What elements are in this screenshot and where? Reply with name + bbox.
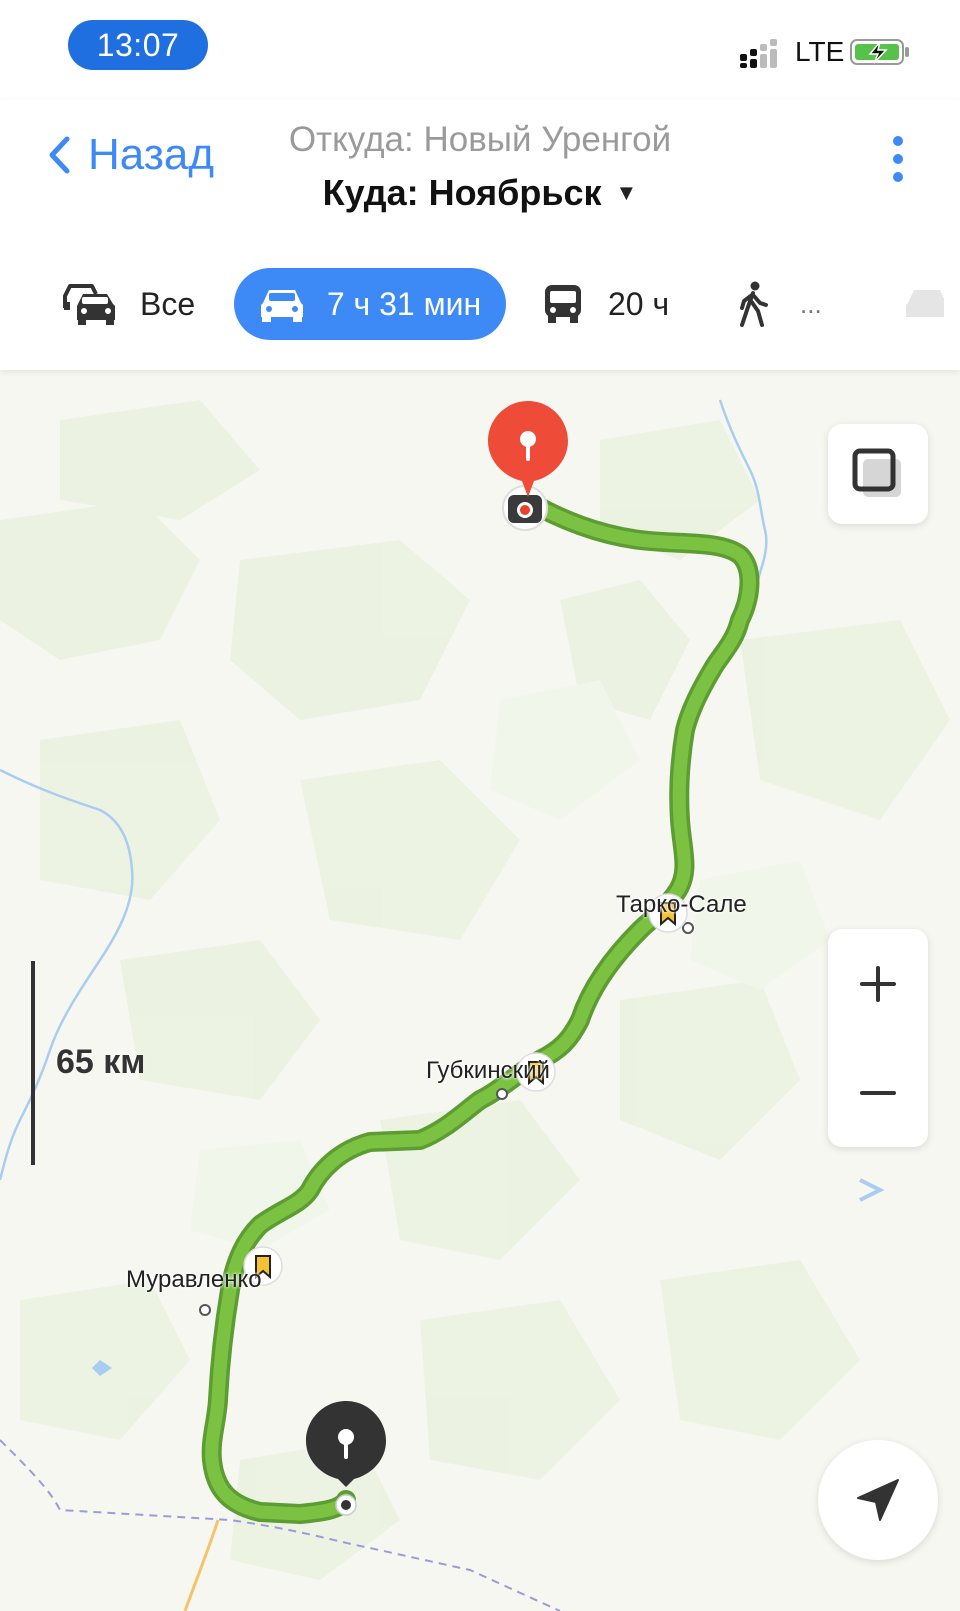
- layers-icon: [852, 448, 901, 497]
- town-label-gubkinsky: Губкинский: [426, 1057, 550, 1084]
- status-bar: 13:07 LTE: [0, 0, 960, 100]
- my-location-button[interactable]: [818, 1440, 938, 1560]
- navigation-arrow-icon: [857, 1479, 899, 1521]
- plus-icon: [860, 965, 896, 1002]
- mode-walk[interactable]: ...: [736, 268, 822, 340]
- mode-car-label: 7 ч 31 мин: [326, 285, 482, 322]
- status-time: 13:07: [68, 20, 208, 70]
- taxi-icon: [906, 290, 944, 317]
- back-label: Назад: [88, 130, 215, 179]
- scale-bar: [31, 961, 35, 1165]
- transport-modes: Все 7 ч 31 мин 20 ч ...: [0, 268, 960, 344]
- map-canvas: [0, 399, 950, 1611]
- mode-transit-label: 20 ч: [608, 285, 670, 322]
- origin-pin-icon[interactable]: [304, 1399, 388, 1489]
- battery-charging-icon: [850, 39, 909, 65]
- zoom-in-button[interactable]: [828, 929, 928, 1038]
- destination-pin-icon[interactable]: [486, 399, 570, 499]
- mode-transit[interactable]: 20 ч: [542, 268, 669, 340]
- scale-label: 65 км: [56, 1043, 146, 1081]
- mode-all-label: Все: [140, 285, 196, 322]
- map-view[interactable]: Тарко-Сале Губкинский Муравленко 65 км: [0, 371, 960, 1611]
- zoom-controls: [828, 929, 928, 1147]
- mode-walk-label: ...: [800, 288, 822, 319]
- network-label: LTE: [795, 36, 845, 67]
- town-label-tarko-sale: Тарко-Сале: [616, 891, 747, 918]
- walk-icon: [740, 281, 768, 327]
- back-button[interactable]: Назад: [48, 130, 214, 180]
- cars-icon: [63, 284, 115, 325]
- mode-taxi[interactable]: [904, 268, 944, 340]
- layers-button[interactable]: [828, 424, 928, 524]
- mode-car[interactable]: 7 ч 31 мин: [234, 268, 506, 340]
- zoom-out-button[interactable]: [828, 1038, 928, 1147]
- dropdown-caret-icon: ▼: [615, 180, 638, 205]
- route-to[interactable]: Куда: Ноябрьск ▼: [230, 172, 730, 214]
- mode-all[interactable]: Все: [62, 268, 195, 340]
- minus-icon: [860, 1090, 896, 1095]
- route-from[interactable]: Откуда: Новый Уренгой: [230, 120, 730, 160]
- signal-icon: [740, 39, 777, 68]
- chevron-left-icon: [49, 136, 70, 174]
- more-menu-icon[interactable]: [886, 136, 910, 188]
- bus-icon: [545, 285, 581, 323]
- car-icon: [260, 290, 303, 322]
- town-label-muravlenko: Муравленко: [126, 1266, 262, 1293]
- route-to-label: Куда: Ноябрьск: [322, 172, 602, 213]
